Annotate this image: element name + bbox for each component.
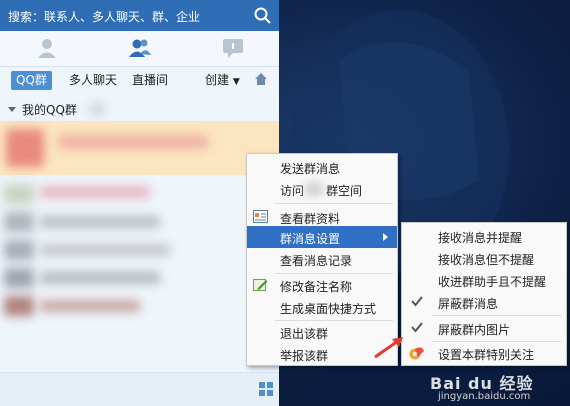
chat-icon[interactable] bbox=[221, 37, 245, 59]
group-row[interactable] bbox=[0, 208, 279, 236]
group-icon[interactable] bbox=[128, 37, 152, 59]
visit-suffix-label: 群空间 bbox=[326, 184, 363, 198]
tab-qq-group[interactable]: QQ群 bbox=[11, 71, 52, 90]
menu-separator bbox=[432, 315, 562, 316]
chevron-right-icon bbox=[383, 233, 388, 241]
avatar bbox=[4, 184, 34, 204]
menu-group-message-settings[interactable]: 群消息设置 bbox=[247, 226, 397, 248]
menu-view-message-history[interactable]: 查看消息记录 bbox=[247, 248, 397, 270]
chevron-down-icon: ▼ bbox=[232, 77, 240, 87]
person-icon[interactable] bbox=[35, 37, 59, 59]
tab-live[interactable]: 直播间 bbox=[132, 71, 168, 90]
menu-visit-group-space[interactable]: 访问 群空间 bbox=[247, 178, 397, 200]
submenu-receive-no-notify[interactable]: 接收消息但不提醒 bbox=[402, 247, 566, 269]
blurred-name bbox=[305, 183, 323, 195]
group-name-blurred bbox=[40, 300, 140, 312]
search-bar[interactable]: 搜索：联系人、多人聊天、群、企业 bbox=[0, 0, 279, 31]
group-folder-label: 我的QQ群 bbox=[22, 103, 77, 117]
group-row[interactable] bbox=[0, 180, 279, 208]
main-tabs bbox=[0, 31, 279, 67]
avatar bbox=[4, 296, 34, 316]
avatar bbox=[4, 240, 34, 260]
edit-pencil-icon bbox=[253, 279, 268, 291]
submenu-block-group-messages[interactable]: 屏蔽群消息 bbox=[402, 291, 566, 313]
group-sub-tabs: QQ群 多人聊天 直播间 创建 ▼ bbox=[0, 67, 279, 93]
search-icon[interactable] bbox=[254, 7, 271, 24]
visit-label: 访问 bbox=[280, 184, 305, 198]
checkmark-icon bbox=[411, 296, 423, 307]
submenu-special-care[interactable]: 设置本群特别关注 bbox=[402, 342, 566, 364]
bottom-toolbar bbox=[0, 372, 279, 406]
info-card-icon bbox=[253, 210, 268, 223]
message-settings-submenu: 接收消息并提醒 接收消息但不提醒 收进群助手且不提醒 屏蔽群消息 屏蔽群内图片 … bbox=[401, 222, 567, 366]
group-row[interactable] bbox=[0, 264, 279, 292]
menu-view-group-info[interactable]: 查看群资料 bbox=[247, 206, 397, 228]
group-name-blurred bbox=[40, 186, 150, 198]
avatar bbox=[6, 129, 44, 167]
submenu-receive-and-notify[interactable]: 接收消息并提醒 bbox=[402, 225, 566, 247]
menu-send-group-message[interactable]: 发送群消息 bbox=[247, 156, 397, 178]
avatar bbox=[4, 212, 34, 232]
group-row-selected[interactable] bbox=[0, 121, 279, 175]
checkmark-icon bbox=[411, 322, 423, 333]
watermark-site: jingyan.baidu.com bbox=[438, 391, 531, 402]
submenu-move-to-assistant[interactable]: 收进群助手且不提醒 bbox=[402, 269, 566, 291]
group-name-blurred bbox=[40, 216, 160, 228]
menu-separator bbox=[275, 203, 393, 204]
group-folder-header[interactable]: 我的QQ群 bbox=[8, 101, 77, 118]
group-row[interactable] bbox=[0, 292, 279, 320]
annotation-arrow bbox=[374, 337, 403, 359]
special-care-icon bbox=[409, 347, 424, 360]
submenu-block-group-images[interactable]: 屏蔽群内图片 bbox=[402, 317, 566, 339]
triangle-down-icon bbox=[8, 107, 16, 112]
menu-edit-remark-name[interactable]: 修改备注名称 bbox=[247, 274, 397, 296]
create-label: 创建 bbox=[205, 73, 230, 87]
group-name-blurred bbox=[40, 244, 170, 256]
group-name-blurred bbox=[58, 135, 208, 149]
qq-main-panel: 搜索：联系人、多人聊天、群、企业 QQ群 多人聊天 直播间 创建 ▼ 我的QQ群 bbox=[0, 0, 279, 406]
home-icon[interactable] bbox=[254, 72, 268, 86]
avatar bbox=[4, 268, 34, 288]
blurred-count bbox=[90, 103, 104, 115]
baidu-watermark: Bai du 经验 jingyan.baidu.com bbox=[430, 370, 566, 404]
tab-multi-chat[interactable]: 多人聊天 bbox=[69, 71, 117, 90]
menu-create-desktop-shortcut[interactable]: 生成桌面快捷方式 bbox=[247, 296, 397, 318]
grid-icon[interactable] bbox=[259, 382, 274, 397]
group-row[interactable] bbox=[0, 236, 279, 264]
group-name-blurred bbox=[40, 272, 160, 284]
search-input[interactable]: 搜索：联系人、多人聊天、群、企业 bbox=[8, 8, 200, 25]
create-button[interactable]: 创建 ▼ bbox=[205, 71, 240, 90]
